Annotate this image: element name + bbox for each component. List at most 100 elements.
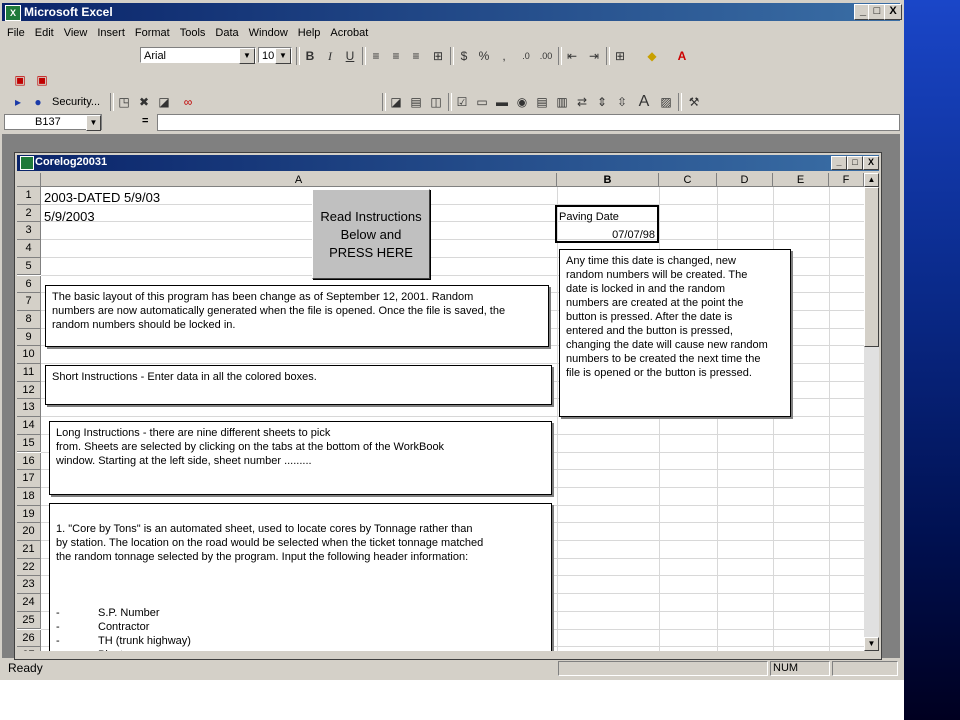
row-header-20[interactable]: 20 xyxy=(17,523,41,541)
font-name-box[interactable]: Arial ▼ xyxy=(140,47,256,64)
menu-edit[interactable]: Edit xyxy=(30,24,59,42)
row-header-8[interactable]: 8 xyxy=(17,310,41,329)
percent-button[interactable]: % xyxy=(474,47,494,65)
formula-equals-icon[interactable]: = xyxy=(142,115,148,127)
comma-button[interactable]: , xyxy=(494,47,514,65)
cell-b2[interactable]: Paving Date xyxy=(559,211,619,223)
column-header-e[interactable]: E xyxy=(773,173,829,187)
row-header-7[interactable]: 7 xyxy=(17,293,41,311)
formula-input[interactable] xyxy=(157,114,900,131)
scroll-up-icon[interactable]: ▲ xyxy=(864,173,879,187)
row-header-18[interactable]: 18 xyxy=(17,487,41,506)
decrease-indent-icon[interactable]: ⇤ xyxy=(562,47,582,65)
align-left-icon[interactable]: ≡ xyxy=(366,47,386,65)
row-header-23[interactable]: 23 xyxy=(17,576,41,595)
scroll-thumb[interactable] xyxy=(864,187,879,347)
menu-format[interactable]: Format xyxy=(130,24,175,42)
command-button-control-icon[interactable]: ▬ xyxy=(492,93,512,111)
row-header-10[interactable]: 10 xyxy=(17,346,41,364)
column-header-d[interactable]: D xyxy=(717,173,773,187)
script-editor-icon[interactable]: ∞ xyxy=(178,93,198,111)
cell-a2[interactable]: 5/9/2003 xyxy=(44,209,95,224)
security-button[interactable]: Security... xyxy=(52,96,100,108)
workbook-close-button[interactable]: X xyxy=(863,156,879,170)
scrollbar-control-icon[interactable]: ⇳ xyxy=(612,93,632,111)
menu-help[interactable]: Help xyxy=(293,24,326,42)
column-header-f[interactable]: F xyxy=(829,173,864,187)
row-header-13[interactable]: 13 xyxy=(17,399,41,418)
read-instructions-button[interactable]: Read Instructions Below and PRESS HERE xyxy=(312,189,430,279)
select-all-corner[interactable] xyxy=(17,173,41,187)
row-header-6[interactable]: 6 xyxy=(17,275,41,294)
long-instructions-textbox[interactable]: Long Instructions - there are nine diffe… xyxy=(49,421,552,495)
row-header-1[interactable]: 1 xyxy=(17,187,41,205)
increase-decimal-icon[interactable]: .0 xyxy=(516,47,536,65)
merge-center-icon[interactable]: ⊞ xyxy=(428,47,448,65)
column-header-c[interactable]: C xyxy=(659,173,717,187)
row-header-16[interactable]: 16 xyxy=(17,452,41,471)
row-header-2[interactable]: 2 xyxy=(17,204,41,223)
font-size-dropdown-icon[interactable]: ▼ xyxy=(275,48,291,64)
decrease-decimal-icon[interactable]: .00 xyxy=(536,47,556,65)
listbox-control-icon[interactable]: ▤ xyxy=(532,93,552,111)
run-macro-icon[interactable]: ▸ xyxy=(8,93,28,111)
row-header-19[interactable]: 19 xyxy=(17,505,41,524)
align-right-icon[interactable]: ≡ xyxy=(406,47,426,65)
row-header-25[interactable]: 25 xyxy=(17,611,41,630)
font-color-button[interactable]: A xyxy=(672,47,692,65)
row-header-15[interactable]: 15 xyxy=(17,434,41,453)
column-header-b[interactable]: B xyxy=(557,173,659,187)
more-controls-icon[interactable]: ⚒ xyxy=(684,93,704,111)
menu-acrobat[interactable]: Acrobat xyxy=(325,24,373,42)
currency-button[interactable]: $ xyxy=(454,47,474,65)
row-header-12[interactable]: 12 xyxy=(17,381,41,400)
menu-data[interactable]: Data xyxy=(210,24,243,42)
row-header-26[interactable]: 26 xyxy=(17,629,41,648)
toggle-button-control-icon[interactable]: ⇄ xyxy=(572,93,592,111)
row-header-4[interactable]: 4 xyxy=(17,240,41,258)
cell-b3[interactable]: 07/07/98 xyxy=(559,229,655,241)
row-header-17[interactable]: 17 xyxy=(17,470,41,488)
properties-icon[interactable]: ▤ xyxy=(406,93,426,111)
spin-button-control-icon[interactable]: ⇕ xyxy=(592,93,612,111)
menu-window[interactable]: Window xyxy=(244,24,293,42)
font-size-box[interactable]: 10 ▼ xyxy=(258,47,292,64)
scroll-down-icon[interactable]: ▼ xyxy=(864,637,879,651)
row-header-27[interactable]: 27 xyxy=(17,647,41,651)
increase-indent-icon[interactable]: ⇥ xyxy=(584,47,604,65)
textbox-control-icon[interactable]: ▭ xyxy=(472,93,492,111)
font-name-dropdown-icon[interactable]: ▼ xyxy=(239,48,255,64)
convert-to-pdf-icon[interactable]: ▣ xyxy=(10,71,30,89)
short-instructions-textbox[interactable]: Short Instructions - Enter data in all t… xyxy=(45,365,552,405)
name-box[interactable]: B137 ▼ xyxy=(4,114,102,131)
row-header-14[interactable]: 14 xyxy=(17,417,41,435)
row-header-22[interactable]: 22 xyxy=(17,558,41,577)
visual-basic-icon[interactable]: ◳ xyxy=(114,93,134,111)
date-note-textbox[interactable]: Any time this date is changed, new rando… xyxy=(559,249,791,417)
option-button-control-icon[interactable]: ◉ xyxy=(512,93,532,111)
label-control-button[interactable]: A xyxy=(634,93,654,111)
design-mode-icon[interactable]: ◪ xyxy=(154,93,174,111)
design-mode-ruler-icon[interactable]: ◪ xyxy=(386,93,406,111)
row-header-5[interactable]: 5 xyxy=(17,257,41,276)
column-header-a[interactable]: A xyxy=(41,173,557,187)
convert-and-email-icon[interactable]: ▣ xyxy=(32,71,52,89)
menu-view[interactable]: View xyxy=(59,24,93,42)
fill-color-icon[interactable]: ◆ xyxy=(642,47,662,65)
bold-button[interactable]: B xyxy=(300,47,320,65)
combobox-control-icon[interactable]: ▥ xyxy=(552,93,572,111)
row-header-21[interactable]: 21 xyxy=(17,541,41,559)
align-center-icon[interactable]: ≡ xyxy=(386,47,406,65)
layout-notice-textbox[interactable]: The basic layout of this program has bee… xyxy=(45,285,549,347)
row-header-11[interactable]: 11 xyxy=(17,364,41,382)
app-title-bar[interactable]: X Microsoft Excel _ □ X xyxy=(2,3,902,21)
workbook-minimize-button[interactable]: _ xyxy=(831,156,847,170)
core-by-tons-textbox[interactable]: 1. "Core by Tons" is an automated sheet,… xyxy=(49,503,552,651)
toolbox-icon[interactable]: ✖ xyxy=(134,93,154,111)
image-control-icon[interactable]: ▨ xyxy=(656,93,676,111)
view-code-icon[interactable]: ◫ xyxy=(426,93,446,111)
name-box-dropdown-icon[interactable]: ▼ xyxy=(86,115,101,131)
menu-file[interactable]: File xyxy=(2,24,30,42)
cell-a1[interactable]: 2003-DATED 5/9/03 xyxy=(44,190,160,205)
checkbox-control-icon[interactable]: ☑ xyxy=(452,93,472,111)
